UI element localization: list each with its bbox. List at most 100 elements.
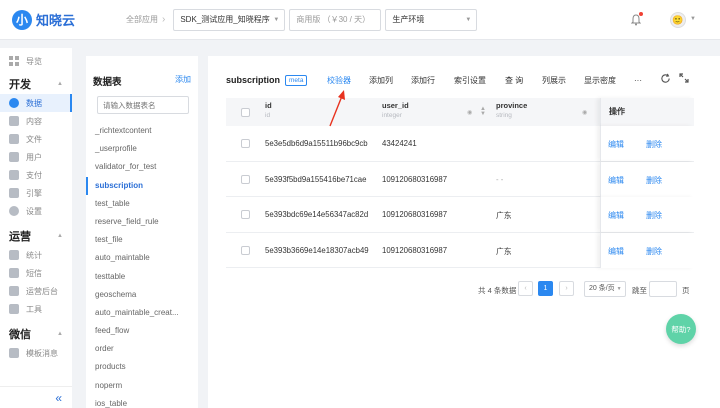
help-button[interactable]: 帮助? <box>666 314 696 344</box>
cell-id[interactable]: 5e393f5bd9a155416be71cae <box>265 175 366 184</box>
query-button[interactable]: 查 询 <box>505 75 523 86</box>
env-select[interactable]: 生产环境 ▼ <box>385 8 478 31</box>
plan-select[interactable]: 商用版 （￥30 / 天） <box>289 8 382 31</box>
nav-item[interactable]: 支付 <box>0 166 72 184</box>
nav-item[interactable]: 设置 <box>0 202 72 220</box>
more-button[interactable]: ··· <box>634 76 642 85</box>
nav-item[interactable]: 工具 <box>0 300 72 318</box>
filter-icon[interactable]: ◉ <box>467 109 472 116</box>
add-table-button[interactable]: 添加 <box>175 74 191 88</box>
edit-button[interactable]: 编辑 <box>608 210 624 221</box>
display-density-button[interactable]: 显示密度 <box>584 75 616 86</box>
cell-user-id[interactable]: 109120680316987 <box>382 210 447 219</box>
table-row: 5e393b3669e14e18307acb49 109120680316987 广… <box>226 232 694 268</box>
bell-icon[interactable] <box>630 12 643 26</box>
page-size-select[interactable]: 20 条/页 ▼ <box>584 281 626 297</box>
select-all-checkbox[interactable] <box>241 108 250 117</box>
nav-item[interactable]: 统计 <box>0 246 72 264</box>
delete-button[interactable]: 删除 <box>646 246 662 257</box>
cell-user-id[interactable]: 109120680316987 <box>382 175 447 184</box>
table-list-item[interactable]: geoschema <box>86 286 198 304</box>
delete-button[interactable]: 删除 <box>646 139 662 150</box>
filter-icon[interactable]: ◉ <box>582 109 587 116</box>
add-row-button[interactable]: 添加行 <box>411 75 435 86</box>
column-header-province[interactable]: province string <box>496 101 527 119</box>
cell-province[interactable]: 广东 <box>496 210 512 221</box>
nav-group-dev[interactable]: 开发 ▲ <box>0 74 72 94</box>
column-type: integer <box>382 112 402 119</box>
column-type: string <box>496 112 512 119</box>
table-list-item[interactable]: feed_flow <box>86 322 198 340</box>
nav-item-label: 导览 <box>26 56 42 66</box>
page-1-button[interactable]: 1 <box>538 281 553 296</box>
table-list-item[interactable]: _userprofile <box>86 140 198 158</box>
cell-id[interactable]: 5e3e5db6d9a15511b96bc9cb <box>265 139 368 148</box>
edit-button[interactable]: 编辑 <box>608 139 624 150</box>
app-select[interactable]: SDK_测试应用_知晓程序 ▼ <box>173 8 286 31</box>
table-list-item[interactable]: validator_for_test <box>86 158 198 176</box>
prev-page-button[interactable]: ‹ <box>518 281 533 296</box>
column-header-user-id[interactable]: user_id integer <box>382 101 409 119</box>
next-page-button[interactable]: › <box>559 281 574 296</box>
delete-button[interactable]: 删除 <box>646 210 662 221</box>
table-list-item[interactable]: subscription <box>86 176 198 195</box>
table-list-item[interactable]: auto_maintable_creat... <box>86 304 198 322</box>
delete-button[interactable]: 删除 <box>646 175 662 186</box>
cell-user-id[interactable]: 43424241 <box>382 139 417 148</box>
cell-id[interactable]: 5e393b3669e14e18307acb49 <box>265 246 369 255</box>
collapse-sidebar-button[interactable]: « <box>0 386 72 408</box>
jump-page-input[interactable] <box>649 281 677 297</box>
table-list-item[interactable]: testtable <box>86 268 198 286</box>
nav-item-label: 内容 <box>26 116 42 126</box>
row-checkbox[interactable] <box>241 139 250 148</box>
table-list-item[interactable]: auto_maintable <box>86 249 198 267</box>
table-list-item[interactable]: order <box>86 340 198 358</box>
table-list-item[interactable]: reserve_field_rule <box>86 213 198 231</box>
table-list-item[interactable]: test_table <box>86 195 198 213</box>
table-list-item[interactable]: test_file <box>86 231 198 249</box>
table-list-item[interactable]: products <box>86 358 198 376</box>
table-search-input[interactable] <box>97 96 189 114</box>
breadcrumb-all-apps[interactable]: 全部应用 <box>126 14 158 25</box>
column-header-id[interactable]: id id <box>265 101 272 119</box>
cell-province[interactable]: 广东 <box>496 246 512 257</box>
cell-id[interactable]: 5e393bdc69e14e56347ac82d <box>265 210 368 219</box>
row-checkbox[interactable] <box>241 245 250 255</box>
meta-badge[interactable]: meta <box>285 74 308 86</box>
edit-button[interactable]: 编辑 <box>608 246 624 257</box>
cell-user-id[interactable]: 109120680316987 <box>382 246 447 255</box>
nav-item[interactable]: 数据 <box>0 94 72 112</box>
engine-icon <box>9 188 19 198</box>
nav-item[interactable]: 短信 <box>0 264 72 282</box>
add-column-button[interactable]: 添加列 <box>369 75 393 86</box>
row-checkbox[interactable] <box>241 210 250 219</box>
data-table-panel: subscription meta 校验器 添加列 添加行 索引设置 查 询 列… <box>208 56 720 408</box>
chevron-down-icon: ▼ <box>465 16 472 23</box>
nav-item[interactable]: 运营后台 <box>0 282 72 300</box>
chevron-down-icon[interactable]: ▼ <box>690 16 696 22</box>
nav-item[interactable]: 文件 <box>0 130 72 148</box>
sort-icon[interactable]: ▲ ▼ <box>480 106 486 117</box>
nav-item[interactable]: 内容 <box>0 112 72 130</box>
table-list-item[interactable]: _richtextcontent <box>86 122 198 140</box>
table-list-item[interactable]: ios_table <box>86 395 198 408</box>
validator-button[interactable]: 校验器 <box>327 75 351 86</box>
nav-group-wechat[interactable]: 微信 ▲ <box>0 324 72 344</box>
row-checkbox[interactable] <box>241 174 250 184</box>
nav-item[interactable]: 引擎 <box>0 184 72 202</box>
cell-province[interactable]: - - <box>496 175 503 184</box>
nav-group-ops[interactable]: 运营 ▲ <box>0 226 72 246</box>
nav-item[interactable]: 用户 <box>0 148 72 166</box>
nav-item-overview[interactable]: 导览 <box>0 52 72 70</box>
column-display-button[interactable]: 列展示 <box>542 75 566 86</box>
avatar[interactable]: 🙂 <box>670 12 686 28</box>
expand-icon[interactable] <box>679 73 689 83</box>
edit-button[interactable]: 编辑 <box>608 175 624 186</box>
ops-header: 操作 <box>600 98 694 126</box>
nav-item-label: 模板消息 <box>26 348 58 358</box>
logo[interactable]: 小 知晓云 <box>12 9 104 30</box>
table-list-item[interactable]: noperm <box>86 377 198 395</box>
refresh-icon[interactable] <box>660 73 671 84</box>
index-settings-button[interactable]: 索引设置 <box>454 75 486 86</box>
nav-item[interactable]: 模板消息 <box>0 344 72 362</box>
